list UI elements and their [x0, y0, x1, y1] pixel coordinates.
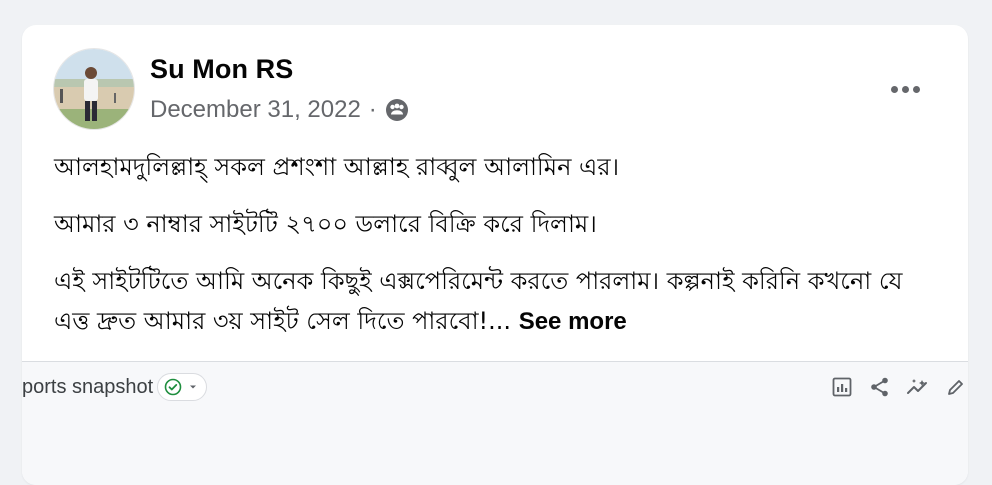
- attachment-preview[interactable]: ports snapshot: [22, 361, 968, 485]
- post-date[interactable]: December 31, 2022: [150, 96, 361, 124]
- meta-separator: ·: [368, 96, 377, 123]
- post-paragraph: আমার ৩ নাম্বার সাইটটি ২৭০০ ডলারে বিক্রি …: [54, 210, 597, 238]
- caret-down-icon: [190, 385, 197, 389]
- post-paragraph-last: এই সাইটটিতে আমি অনেক কিছুই এক্সপেরিমেন্ট…: [54, 261, 944, 342]
- dot: [912, 85, 920, 93]
- dot: [901, 85, 909, 93]
- post-paragraph-text: এই সাইটটিতে আমি অনেক কিছুই এক্সপেরিমেন্ট…: [54, 267, 903, 335]
- preview-toolbar: [830, 374, 968, 400]
- edit-icon[interactable]: [944, 375, 968, 399]
- check-circle-icon: [164, 378, 182, 396]
- trend-icon[interactable]: [906, 375, 930, 399]
- preview-header: ports snapshot: [22, 372, 208, 402]
- status-dropdown[interactable]: [157, 373, 208, 401]
- avatar[interactable]: [54, 49, 134, 129]
- author-name[interactable]: Su Mon RS: [150, 54, 293, 85]
- preview-title: ports snapshot: [22, 375, 154, 398]
- friends-icon[interactable]: [385, 98, 409, 122]
- post-card: Su Mon RS December 31, 2022 · আলহামদুলিল…: [22, 25, 968, 485]
- share-icon[interactable]: [868, 375, 892, 399]
- post-meta: December 31, 2022 ·: [150, 95, 409, 125]
- see-more-link[interactable]: See more: [519, 308, 627, 335]
- post-paragraph: আলহামদুলিল্লাহ্ সকল প্রশংশা আল্লাহ রাব্ব…: [54, 153, 620, 181]
- insights-icon[interactable]: [830, 375, 854, 399]
- more-options-button[interactable]: [882, 77, 928, 101]
- post-text: আলহামদুলিল্লাহ্ সকল প্রশংশা আল্লাহ রাব্ব…: [54, 147, 944, 342]
- dot: [890, 85, 898, 93]
